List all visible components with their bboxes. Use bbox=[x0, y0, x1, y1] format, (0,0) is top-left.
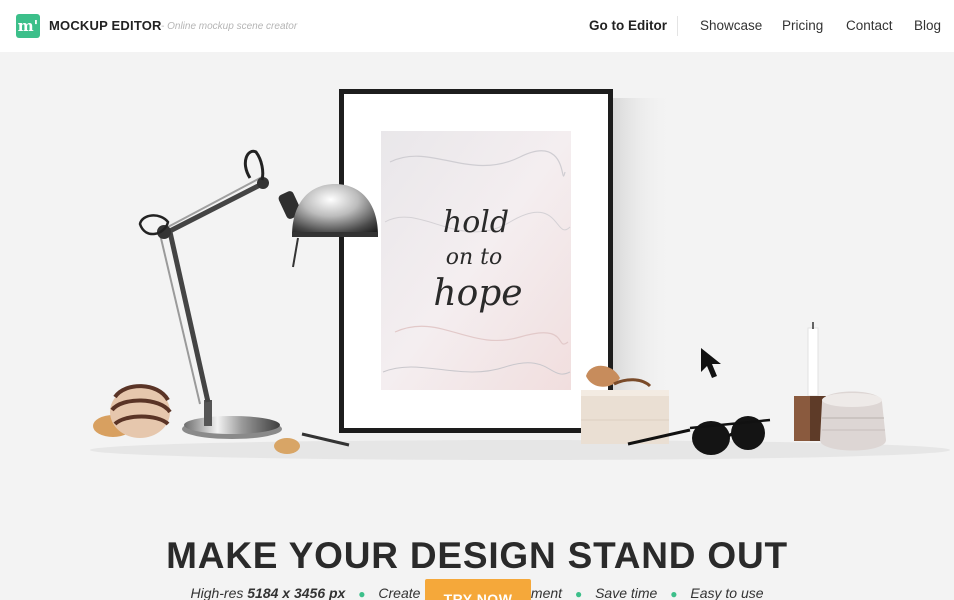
nav-blog[interactable]: Blog bbox=[914, 18, 941, 33]
donuts bbox=[93, 384, 172, 438]
feature-resolution: High-res 5184 x 3456 px bbox=[190, 585, 346, 600]
site-header: m' MOCKUP EDITOR - Online mockup scene c… bbox=[0, 0, 954, 52]
picture-frame: hold on to hope bbox=[339, 89, 613, 433]
brand-tagline: - Online mockup scene creator bbox=[161, 21, 298, 32]
frame-shadow bbox=[612, 98, 672, 438]
hero-scene-image: hold on to hope bbox=[90, 89, 950, 460]
floor-shadow bbox=[90, 440, 950, 460]
svg-text:hope: hope bbox=[433, 273, 522, 314]
svg-text:hold: hold bbox=[443, 205, 509, 240]
nav-pricing[interactable]: Pricing bbox=[782, 18, 823, 33]
hero-section: hold on to hope MAKE YOUR DESIGN STAND O… bbox=[0, 52, 954, 600]
feature-easy-to-use: Easy to use bbox=[690, 585, 764, 600]
separator-dot: ● bbox=[670, 587, 678, 600]
mouse-pointer-icon bbox=[701, 348, 721, 378]
logo-icon[interactable]: m' bbox=[16, 14, 40, 38]
acorn bbox=[274, 438, 300, 454]
separator-dot: ● bbox=[574, 587, 583, 600]
feature-save-time: Save time bbox=[595, 585, 658, 600]
svg-text:on to: on to bbox=[446, 245, 503, 270]
try-now-button[interactable]: TRY NOW bbox=[425, 579, 531, 600]
nav-contact[interactable]: Contact bbox=[846, 18, 893, 33]
hero-headline: MAKE YOUR DESIGN STAND OUT bbox=[166, 535, 788, 576]
brand-name[interactable]: MOCKUP EDITOR bbox=[49, 18, 162, 33]
nav-divider bbox=[677, 16, 678, 36]
nav-go-to-editor[interactable]: Go to Editor bbox=[589, 18, 667, 33]
ceramic-bowl bbox=[820, 391, 886, 451]
nav-showcase[interactable]: Showcase bbox=[700, 18, 762, 33]
separator-dot: ● bbox=[358, 587, 366, 600]
